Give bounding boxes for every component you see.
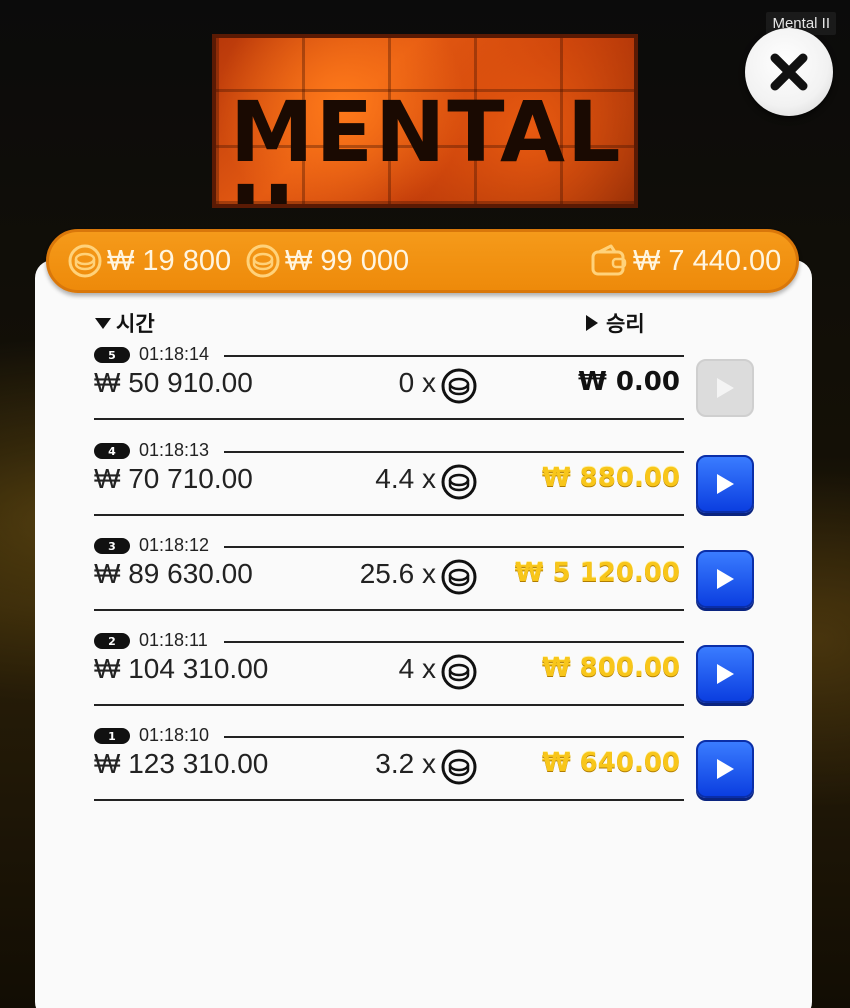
row-divider [94, 418, 684, 420]
round-time: 01:18:14 [139, 344, 210, 364]
round-time: 01:18:10 [139, 725, 210, 745]
play-icon [717, 569, 734, 589]
play-icon [717, 664, 734, 684]
round-time: 01:18:12 [139, 535, 210, 555]
round-number-badge: 2 [94, 633, 130, 649]
row-divider [224, 546, 684, 548]
bonus-balance: ₩ 99 000 [245, 232, 409, 290]
row-divider [94, 799, 684, 801]
sort-by-time[interactable]: 시간 [94, 308, 155, 338]
history-row: 5 01:18:14 ₩ 50 910.00 0 x ₩ 0.00 [94, 344, 758, 437]
history-row: 2 01:18:11 ₩ 104 310.00 4 x ₩ 800.00 [94, 630, 758, 723]
coin-icon [246, 244, 280, 278]
round-number-badge: 5 [94, 347, 130, 363]
round-number-badge: 1 [94, 728, 130, 744]
win-value: ₩ 0.00 [578, 367, 680, 397]
close-button[interactable] [745, 28, 833, 116]
play-icon [717, 378, 734, 398]
replay-button[interactable] [696, 740, 754, 798]
multiplier-value: 4.4 x [375, 463, 436, 494]
coin-icon [441, 749, 477, 785]
win-value: ₩ 880.00 [541, 463, 680, 493]
multiplier-value: 0 x [398, 367, 436, 398]
bonus-amount: ₩ 99 000 [285, 244, 410, 277]
bet-value: ₩ 50 910.00 [94, 367, 253, 398]
wallet-amount: ₩ 7 440.00 [633, 244, 782, 277]
row-divider [224, 451, 684, 453]
round-number-badge: 4 [94, 443, 130, 459]
row-divider [94, 609, 684, 611]
bet-value: ₩ 104 310.00 [94, 653, 269, 684]
replay-button[interactable] [696, 645, 754, 703]
row-divider [224, 355, 684, 357]
balance-bar: ₩ 19 800 ₩ 99 000 ₩ 7 440.00 [46, 229, 799, 293]
multiplier-value: 4 x [398, 653, 436, 684]
multiplier-value: 25.6 x [359, 558, 436, 589]
bet-value: ₩ 70 710.00 [94, 463, 253, 494]
history-row: 3 01:18:12 ₩ 89 630.00 25.6 x ₩ 5 120.00 [94, 535, 758, 628]
row-divider [94, 704, 684, 706]
replay-button[interactable] [696, 550, 754, 608]
coin-icon [441, 464, 477, 500]
win-value: ₩ 640.00 [541, 748, 680, 778]
triangle-down-icon [95, 318, 111, 329]
logo-text: MENTAL II [230, 83, 623, 204]
win-value: ₩ 800.00 [541, 653, 680, 683]
coin-icon [441, 368, 477, 404]
coin-icon [441, 654, 477, 690]
round-number-badge: 3 [94, 538, 130, 554]
bet-value: ₩ 123 310.00 [94, 748, 269, 779]
game-logo: MENTAL II [212, 34, 638, 208]
bet-value: ₩ 89 630.00 [94, 558, 253, 589]
bet-amount: ₩ 19 800 [107, 244, 232, 277]
close-icon [770, 53, 808, 91]
win-column-label: 승리 [606, 312, 645, 336]
row-divider [224, 641, 684, 643]
win-value: ₩ 5 120.00 [514, 558, 680, 588]
play-icon [717, 474, 734, 494]
sort-by-win[interactable]: 승리 [584, 308, 645, 338]
row-divider [224, 736, 684, 738]
play-icon [717, 759, 734, 779]
bet-balance: ₩ 19 800 [67, 232, 231, 290]
wallet-balance: ₩ 7 440.00 [589, 232, 781, 290]
replay-button[interactable] [696, 455, 754, 513]
round-time: 01:18:13 [139, 440, 210, 460]
coin-icon [441, 559, 477, 595]
history-row: 4 01:18:13 ₩ 70 710.00 4.4 x ₩ 880.00 [94, 440, 758, 533]
row-divider [94, 514, 684, 516]
history-row: 1 01:18:10 ₩ 123 310.00 3.2 x ₩ 640.00 [94, 725, 758, 818]
round-time: 01:18:11 [139, 630, 208, 650]
coin-icon [68, 244, 102, 278]
time-column-label: 시간 [116, 312, 155, 336]
wallet-icon [591, 244, 627, 276]
replay-button[interactable] [696, 359, 754, 417]
triangle-right-icon [586, 315, 598, 331]
multiplier-value: 3.2 x [375, 748, 436, 779]
